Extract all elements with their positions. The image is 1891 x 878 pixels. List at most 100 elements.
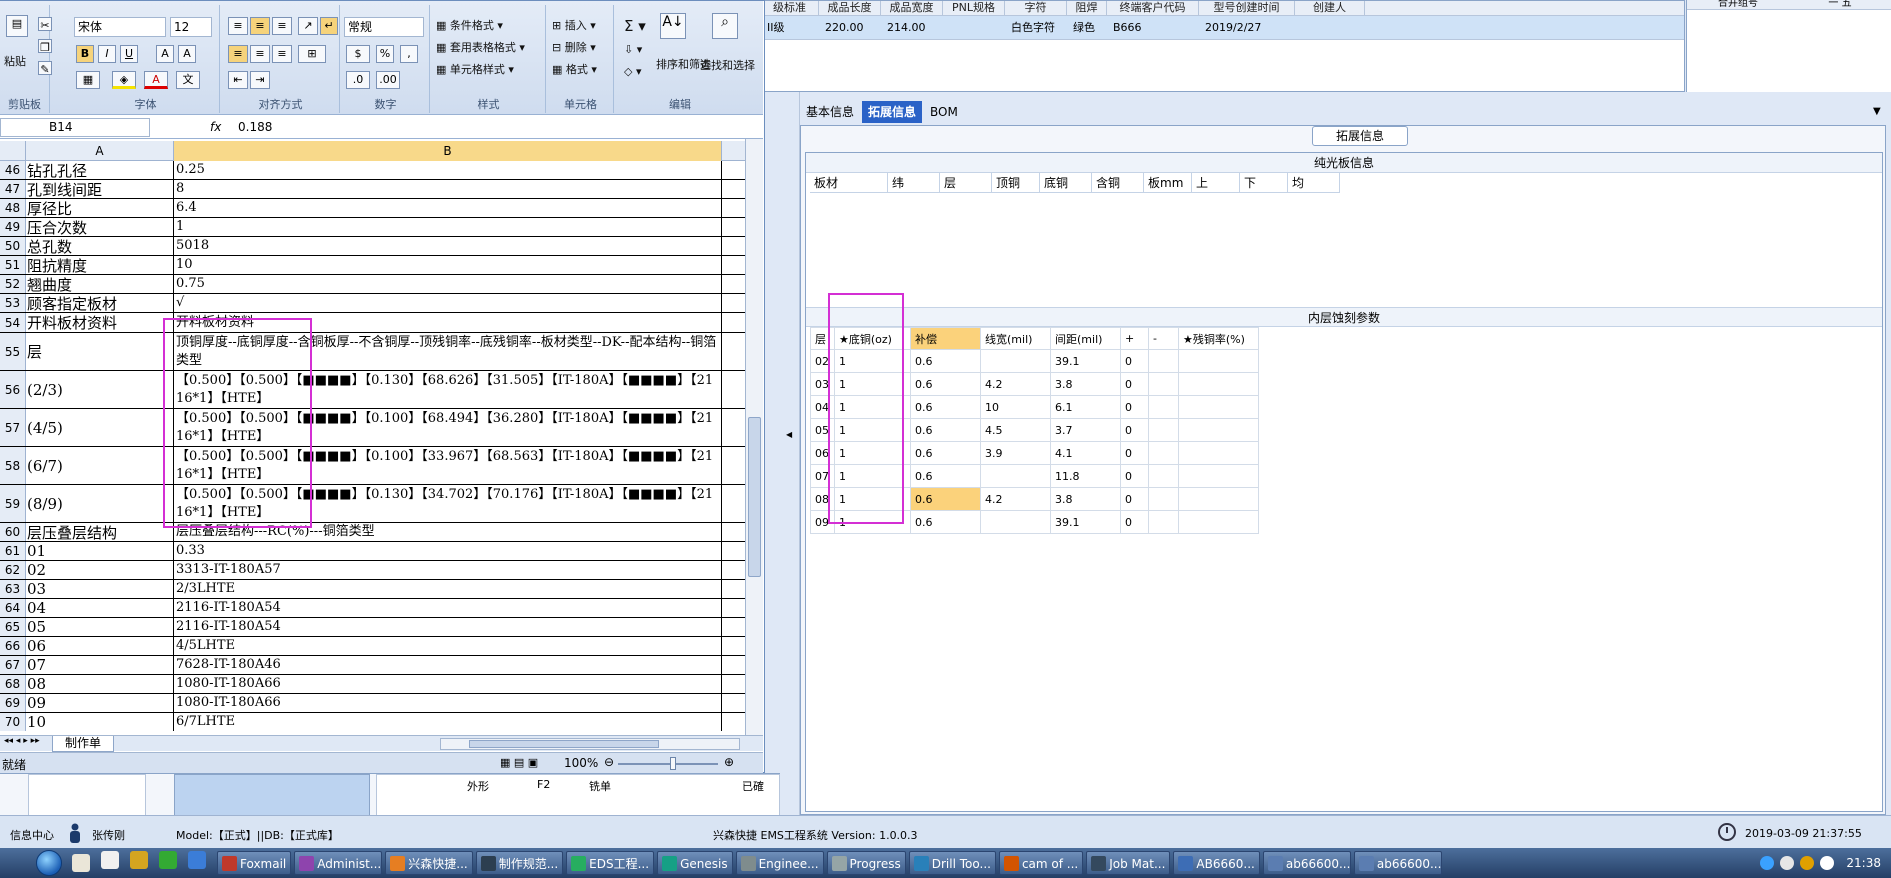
table-cell[interactable] [980,349,1051,373]
table-cell[interactable] [1148,464,1179,488]
table-row[interactable]: 08 1 0.6 4.2 3.8 0 [810,487,1259,511]
table-cell[interactable]: 0 [1120,510,1149,534]
row-number[interactable]: 53 [0,294,26,312]
cell-b[interactable]: 7628-IT-180A46 [174,656,722,674]
start-button[interactable] [36,850,62,876]
cell-a[interactable]: (2/3) [26,371,174,408]
cell-a[interactable]: 厚径比 [26,199,174,217]
cell-b[interactable]: 4/5LHTE [174,637,722,655]
worksheet-row[interactable]: 63 03 2/3LHTE [0,580,745,599]
row-number[interactable]: 48 [0,199,26,217]
align-bottom-icon[interactable]: ≡ [272,17,292,35]
row-number[interactable]: 62 [0,561,26,579]
table-cell[interactable]: 3.7 [1050,418,1121,442]
table-cell[interactable]: 0.6 [910,510,981,534]
row-number[interactable]: 57 [0,409,26,446]
vertical-scrollbar[interactable] [745,139,763,735]
tab-BOM[interactable]: BOM [924,101,964,123]
table-cell[interactable]: 11.8 [1050,464,1121,488]
cell-b[interactable]: 2/3LHTE [174,580,722,598]
table-cell[interactable]: 0 [1120,441,1149,465]
align-left-icon[interactable]: ≡ [228,45,248,63]
font-color-icon[interactable]: A [144,71,168,89]
find-select-button[interactable]: 查找和选择 [700,57,755,73]
taskbar-item[interactable]: Foxmail [217,851,292,875]
worksheet-row[interactable]: 54 开料板材资料 开料板材资料 [0,313,745,333]
model-grid-selected-row[interactable]: II级 220.00 214.00 白色字符 绿色 B666 2019/2/27 [761,16,1684,40]
worksheet-row[interactable]: 52 翘曲度 0.75 [0,275,745,294]
quick-launch-icon[interactable] [130,851,148,869]
table-cell[interactable]: 05 [810,418,835,442]
cell-b[interactable]: 10 [174,256,722,274]
table-cell[interactable]: 3.8 [1050,372,1121,396]
table-cell[interactable]: 0 [1120,372,1149,396]
merge-center-icon[interactable]: ⊞ [298,45,326,63]
row-number[interactable]: 47 [0,180,26,198]
worksheet-row[interactable]: 55 层顶铜厚度--底铜厚度--含铜板厚--不含铜厚--顶残铜率--底残铜率--板… [0,333,745,371]
worksheet-row[interactable]: 48 厚径比 6.4 [0,199,745,218]
table-cell[interactable]: 1 [834,418,911,442]
percent-icon[interactable]: % [376,45,394,63]
table-cell[interactable] [1178,487,1259,511]
taskbar-item[interactable]: Drill Too... [908,851,996,875]
cell-style-button[interactable]: ▦ 单元格样式 ▾ [436,61,514,77]
security-icon[interactable] [1800,856,1815,870]
worksheet-row[interactable]: 46 钻孔孔径 0.25 [0,161,745,180]
lower-list[interactable]: 外形 F2 铣单 已確 [376,774,780,816]
fill-color-icon[interactable]: ◈ [112,71,136,89]
tab-拓展信息[interactable]: 拓展信息 [862,101,923,123]
worksheet-row[interactable]: 64 04 2116-IT-180A54 [0,599,745,618]
taskbar-item[interactable]: 兴森快捷... [385,851,473,875]
worksheet-row[interactable]: 67 07 7628-IT-180A46 [0,656,745,675]
border-icon[interactable]: ▦ [76,71,100,89]
table-cell[interactable]: 1 [834,395,911,419]
taskbar-item[interactable]: Job Mat... [1086,851,1171,875]
grid-column-header[interactable]: 创建人 [1295,1,1365,15]
taskbar-item[interactable]: EDS工程... [566,851,655,875]
taskbar-item[interactable]: cam of ... [998,851,1084,875]
row-number[interactable]: 51 [0,256,26,274]
network-icon[interactable] [1780,856,1795,870]
row-number[interactable]: 52 [0,275,26,293]
table-cell[interactable]: 1 [834,487,911,511]
row-number[interactable]: 50 [0,237,26,255]
taskbar-item[interactable]: ab66600... [1353,851,1442,875]
table-cell[interactable]: 0.6 [910,349,981,373]
splitter-strip[interactable]: ◀ [780,92,800,815]
row-number[interactable]: 46 [0,161,26,179]
insert-button[interactable]: ⊞ 插入 ▾ [552,17,596,33]
increase-decimal-icon[interactable]: .0 [346,71,370,89]
quick-launch-icon[interactable] [159,851,177,869]
underline-icon[interactable]: U [120,45,138,63]
shrink-font-icon[interactable]: A [178,45,196,63]
tab-基本信息[interactable]: 基本信息 [800,101,860,123]
italic-icon[interactable]: I [98,45,116,63]
row-number[interactable]: 66 [0,637,26,655]
column-header-a[interactable]: A [26,141,174,161]
cell-a[interactable]: 05 [26,618,174,636]
cell-b[interactable]: 0.25 [174,161,722,179]
cell-a[interactable]: 开料板材资料 [26,313,174,332]
row-number[interactable]: 58 [0,447,26,484]
table-cell[interactable] [1148,349,1179,373]
table-cell[interactable]: 0.6 [910,372,981,396]
row-number[interactable]: 55 [0,333,26,370]
quick-launch-icon[interactable] [188,851,206,869]
table-cell[interactable]: 0.6 [910,487,981,511]
column-header-b[interactable]: B [174,141,722,161]
font-size-select[interactable]: 12 [170,17,212,37]
table-cell[interactable] [1178,349,1259,373]
worksheet-row[interactable]: 70 10 6/7LHTE [0,713,745,731]
worksheet-row[interactable]: 69 09 1080-IT-180A66 [0,694,745,713]
taskbar-item[interactable]: Administ... [294,851,383,875]
table-cell[interactable] [980,510,1051,534]
taskbar-item[interactable]: ab66600... [1262,851,1351,875]
format-painter-icon[interactable]: ✎ [38,61,52,76]
table-cell[interactable] [1178,464,1259,488]
table-cell[interactable] [1178,510,1259,534]
select-all-corner[interactable] [0,141,26,161]
table-cell[interactable]: 0.6 [910,441,981,465]
worksheet-row[interactable]: 61 01 0.33 [0,542,745,561]
worksheet-row[interactable]: 53 顾客指定板材 √ [0,294,745,313]
table-row[interactable]: 04 1 0.6 10 6.1 0 [810,395,1259,419]
